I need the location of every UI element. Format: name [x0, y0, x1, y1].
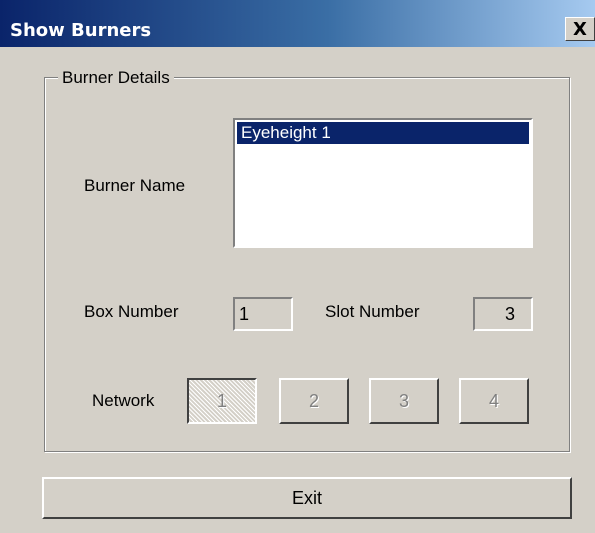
- title-bar: Show Burners X: [0, 0, 595, 47]
- exit-button[interactable]: Exit: [42, 477, 572, 519]
- close-button[interactable]: X: [565, 17, 595, 41]
- slot-number-field: 3: [473, 297, 533, 331]
- network-button-1[interactable]: 1: [187, 378, 257, 424]
- network-button-4[interactable]: 4: [459, 378, 529, 424]
- network-button-3[interactable]: 3: [369, 378, 439, 424]
- box-number-label: Box Number: [84, 302, 179, 321]
- burner-name-label: Burner Name: [84, 176, 186, 195]
- list-item[interactable]: Eyeheight 1: [237, 122, 529, 144]
- burner-details-label: Burner Details: [58, 68, 174, 88]
- network-button-2[interactable]: 2: [279, 378, 349, 424]
- network-label: Network: [92, 391, 155, 410]
- burner-name-listbox[interactable]: Eyeheight 1: [233, 118, 533, 248]
- close-icon: X: [573, 18, 587, 40]
- box-number-field: 1: [233, 297, 293, 331]
- window-title: Show Burners: [10, 20, 152, 41]
- slot-number-label: Slot Number: [325, 302, 420, 321]
